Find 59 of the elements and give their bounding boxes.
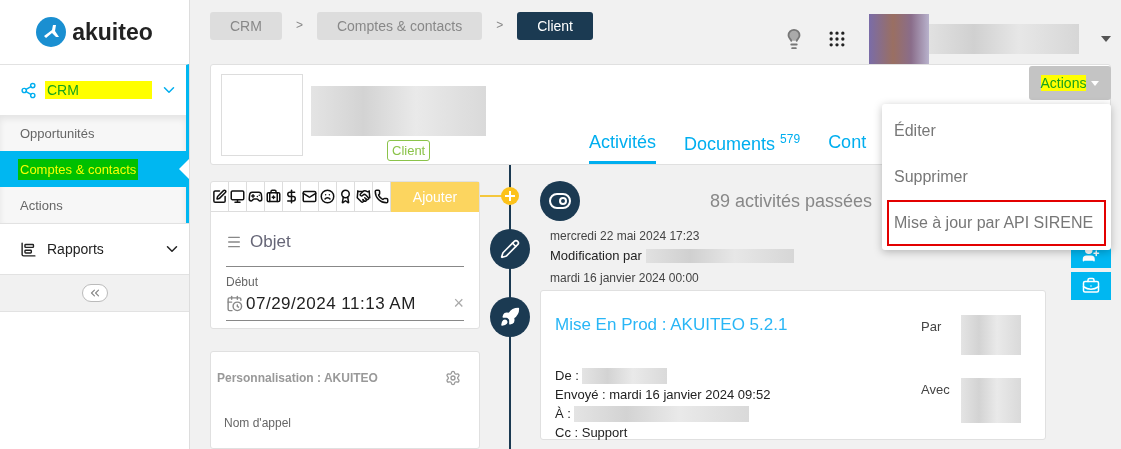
menu-item[interactable]: Supprimer xyxy=(887,154,1106,200)
breadcrumb[interactable]: Comptes & contacts xyxy=(316,12,483,40)
logo-icon xyxy=(36,17,67,47)
sidebar-item[interactable]: Comptes & contacts xyxy=(0,151,186,187)
to-label: À : xyxy=(555,406,571,422)
apps-grid-icon[interactable] xyxy=(827,29,847,49)
tab[interactable]: Activités xyxy=(589,132,657,164)
subject-field[interactable]: Objet xyxy=(250,232,291,252)
medical-case-icon[interactable] xyxy=(266,189,281,204)
entry-date: mardi 16 janvier 2024 00:00 xyxy=(550,271,700,285)
entry-date: mercredi 22 mai 2024 17:23 xyxy=(550,229,701,243)
settings-icon[interactable] xyxy=(445,370,461,386)
pencil-icon xyxy=(500,239,520,259)
share-icon xyxy=(20,81,37,99)
edit-icon[interactable] xyxy=(212,189,227,204)
from-label: De : xyxy=(555,368,579,384)
section-label: CRM xyxy=(45,81,152,99)
card-title: Personnalisation : AKUITEO xyxy=(217,371,378,385)
caret-icon[interactable] xyxy=(1101,36,1111,42)
blurred-author xyxy=(961,315,1021,355)
breadcrumb-separator: > xyxy=(496,17,504,32)
tab[interactable]: Documents $^{579}$ xyxy=(684,132,801,164)
collapse-button[interactable] xyxy=(81,284,108,302)
breadcrumb[interactable]: CRM xyxy=(210,12,282,40)
menu-lines-icon xyxy=(226,234,242,250)
section-label: Rapports xyxy=(46,240,105,258)
sidebar-item[interactable]: Actions xyxy=(0,187,186,223)
menu-item[interactable]: Mise à jour par API SIRENE xyxy=(887,200,1106,246)
start-date-field[interactable]: 07/29/2024 11:13 AM xyxy=(246,293,451,314)
cc-line: Cc : Support xyxy=(555,425,628,441)
breadcrumb[interactable]: Client xyxy=(517,12,593,40)
calendar-icon xyxy=(226,295,243,312)
sidebar-item[interactable]: Opportunités xyxy=(0,115,186,151)
sent-line: Envoyé : mardi 16 janvier 2024 09:52 xyxy=(555,387,771,403)
client-tag: Client xyxy=(387,140,431,161)
rocket-icon xyxy=(500,307,520,327)
gamepad-icon[interactable] xyxy=(248,189,263,204)
email-title[interactable]: Mise En Prod : AKUITEO 5.2.1 xyxy=(555,315,921,335)
breadcrumb-separator: > xyxy=(295,17,303,32)
menu-item[interactable]: Éditer xyxy=(887,108,1106,154)
award-icon[interactable] xyxy=(338,189,353,204)
chart-icon xyxy=(20,240,37,258)
tab[interactable]: Cont xyxy=(828,132,867,164)
entry-text: Modification par xyxy=(550,248,642,263)
mail-icon[interactable] xyxy=(302,189,317,204)
start-label: Début xyxy=(226,275,260,289)
handshake-icon[interactable] xyxy=(356,189,371,204)
clear-button[interactable]: × xyxy=(453,293,464,314)
blurred-contact xyxy=(961,377,1021,423)
briefcase-icon xyxy=(1082,277,1100,295)
logo-text: akuiteo xyxy=(72,18,153,46)
with-label: Avec xyxy=(921,380,951,399)
dollar-icon[interactable] xyxy=(284,189,299,204)
monitor-icon[interactable] xyxy=(230,189,245,204)
frown-icon[interactable] xyxy=(320,189,335,204)
activity-count: 89 activités passées xyxy=(710,190,873,212)
by-label: Par xyxy=(921,318,943,336)
phone-icon[interactable] xyxy=(374,189,389,204)
field-label: Nom d'appel xyxy=(224,416,292,430)
